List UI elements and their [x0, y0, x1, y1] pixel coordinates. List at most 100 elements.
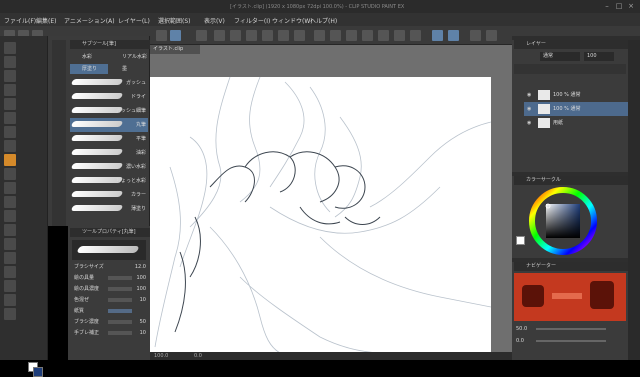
opacity-field[interactable]: 100 — [584, 52, 614, 61]
brush-item[interactable]: 濃い水彩 — [70, 160, 148, 174]
sub-color-swatch[interactable] — [33, 367, 43, 377]
layer-row[interactable]: ◉ 用紙 — [524, 116, 628, 130]
menu-animation[interactable]: アニメーション(A) — [64, 16, 115, 25]
brush-item-selected[interactable]: 丸筆 — [70, 118, 148, 132]
import-icon[interactable] — [230, 30, 241, 41]
brush-item[interactable]: ドライ — [70, 90, 148, 104]
gradient-icon[interactable] — [4, 238, 16, 250]
navigator-zoom: 50.0 — [516, 326, 528, 332]
prop-texture[interactable]: 紙質 — [72, 306, 148, 316]
cloud-icon[interactable] — [262, 30, 273, 41]
frame-icon[interactable] — [4, 266, 16, 278]
layer-row[interactable]: ◉ 100 % 通常 — [524, 88, 628, 102]
zoom-icon[interactable] — [4, 42, 16, 54]
menu-window[interactable]: ウィンドウ(W) — [272, 16, 313, 25]
grid-icon[interactable] — [470, 30, 481, 41]
maximize-icon[interactable]: □ — [614, 2, 624, 10]
menu-view[interactable]: 表示(V) — [204, 16, 225, 25]
eraser-icon[interactable] — [4, 196, 16, 208]
clear-outside-icon[interactable] — [394, 30, 405, 41]
subtool-group-strip — [52, 40, 66, 226]
fill-tool-icon[interactable] — [4, 224, 16, 236]
menu-layer[interactable]: レイヤー(L) — [118, 16, 150, 25]
layer-row-selected[interactable]: ◉ 100 % 通常 — [524, 102, 628, 116]
prop-brush-size[interactable]: ブラシサイズ 12.0 — [72, 262, 148, 272]
move-icon[interactable] — [4, 56, 16, 68]
prop-brush-density[interactable]: ブラシ濃度 50 — [72, 317, 148, 327]
pen-icon[interactable] — [4, 140, 16, 152]
navigator-angle-row[interactable]: 0.0 — [514, 336, 626, 346]
brush-item[interactable]: ガッシュ細筆 — [70, 104, 148, 118]
fill-icon[interactable] — [346, 30, 357, 41]
brush-item[interactable]: ガッシュ — [70, 76, 148, 90]
settings-icon[interactable] — [170, 30, 181, 41]
layer-icon[interactable] — [196, 30, 207, 41]
redo-icon[interactable] — [294, 30, 305, 41]
blend-mode-select[interactable]: 通常 — [540, 52, 580, 61]
blend-icon[interactable] — [4, 210, 16, 222]
prop-paint-density[interactable]: 絵の具濃度 100 — [72, 284, 148, 294]
operation-icon[interactable] — [4, 70, 16, 82]
hide-selection-icon[interactable] — [410, 30, 421, 41]
auto-select-icon[interactable] — [4, 112, 16, 124]
tool-palette — [0, 36, 48, 377]
selection-icon[interactable] — [4, 98, 16, 110]
select-all-icon[interactable] — [314, 30, 325, 41]
prop-paint-amount[interactable]: 絵の具量 100 — [72, 273, 148, 283]
snap-ruler-icon[interactable] — [432, 30, 443, 41]
navigator-preview[interactable] — [514, 273, 626, 321]
color-wheel-title: カラーサークル — [514, 176, 628, 185]
flip-icon[interactable] — [486, 30, 497, 41]
navigator-title: ナビゲーター — [514, 262, 628, 271]
brush-item[interactable]: 薄塗り — [70, 202, 148, 216]
navigator-angle: 0.0 — [516, 338, 524, 344]
menu-filter[interactable]: フィルター(I) — [234, 16, 270, 25]
zoom-readout[interactable]: 100.0 — [154, 352, 168, 360]
export-icon[interactable] — [214, 30, 225, 41]
companion-icon[interactable] — [156, 30, 167, 41]
menu-selection[interactable]: 選択範囲(S) — [158, 16, 191, 25]
sketch-drawing — [154, 77, 491, 353]
status-bar: 100.0 0.0 — [150, 352, 512, 360]
eyedropper-icon[interactable] — [4, 126, 16, 138]
menu-file[interactable]: ファイル(F) — [4, 16, 36, 25]
brush-item[interactable]: ちょっと水彩 — [70, 174, 148, 188]
brush-item[interactable]: カラー — [70, 188, 148, 202]
snap-line-icon[interactable] — [448, 30, 459, 41]
print-icon[interactable] — [246, 30, 257, 41]
clear-icon[interactable] — [378, 30, 389, 41]
balloon-icon[interactable] — [4, 294, 16, 306]
minimize-icon[interactable]: – — [602, 2, 612, 10]
brush-item[interactable]: 平筆 — [70, 132, 148, 146]
eye-icon[interactable]: ◉ — [527, 102, 531, 116]
subtool-title: サブツール[筆] — [70, 40, 150, 49]
move-layer-icon[interactable] — [4, 84, 16, 96]
subtool-tab-watercolor[interactable]: 水彩 — [70, 52, 92, 62]
figure-icon[interactable] — [4, 252, 16, 264]
canvas-paper[interactable] — [150, 77, 491, 353]
text-icon[interactable] — [4, 280, 16, 292]
subtool-tab-ink[interactable]: 墨 — [110, 64, 127, 74]
hue-ring[interactable] — [528, 186, 598, 256]
document-tab[interactable]: イラスト.clip — [150, 45, 200, 54]
angle-readout[interactable]: 0.0 — [194, 352, 202, 360]
brush-item[interactable]: 油彩 — [70, 146, 148, 160]
color-main-swatch[interactable] — [516, 236, 525, 245]
menu-edit[interactable]: 編集(E) — [36, 16, 56, 25]
menu-help[interactable]: ヘルプ(H) — [310, 16, 337, 25]
transform-icon[interactable] — [362, 30, 373, 41]
deselect-icon[interactable] — [330, 30, 341, 41]
decoration-icon[interactable] — [4, 182, 16, 194]
close-icon[interactable]: × — [626, 2, 636, 10]
eye-icon[interactable]: ◉ — [527, 116, 531, 130]
subtool-tab-impasto[interactable]: 厚塗り — [70, 64, 108, 74]
subtool-tab-real-watercolor[interactable]: リアル水彩 — [110, 52, 147, 62]
navigator-zoom-row[interactable]: 50.0 — [514, 324, 626, 334]
eye-icon[interactable]: ◉ — [527, 88, 531, 102]
prop-color-mix[interactable]: 色混ぜ 10 — [72, 295, 148, 305]
undo-icon[interactable] — [278, 30, 289, 41]
airbrush-icon[interactable] — [4, 168, 16, 180]
prop-stabilization[interactable]: 手ブレ補正 10 — [72, 328, 148, 338]
correct-line-icon[interactable] — [4, 308, 16, 320]
brush-icon[interactable] — [4, 154, 16, 166]
